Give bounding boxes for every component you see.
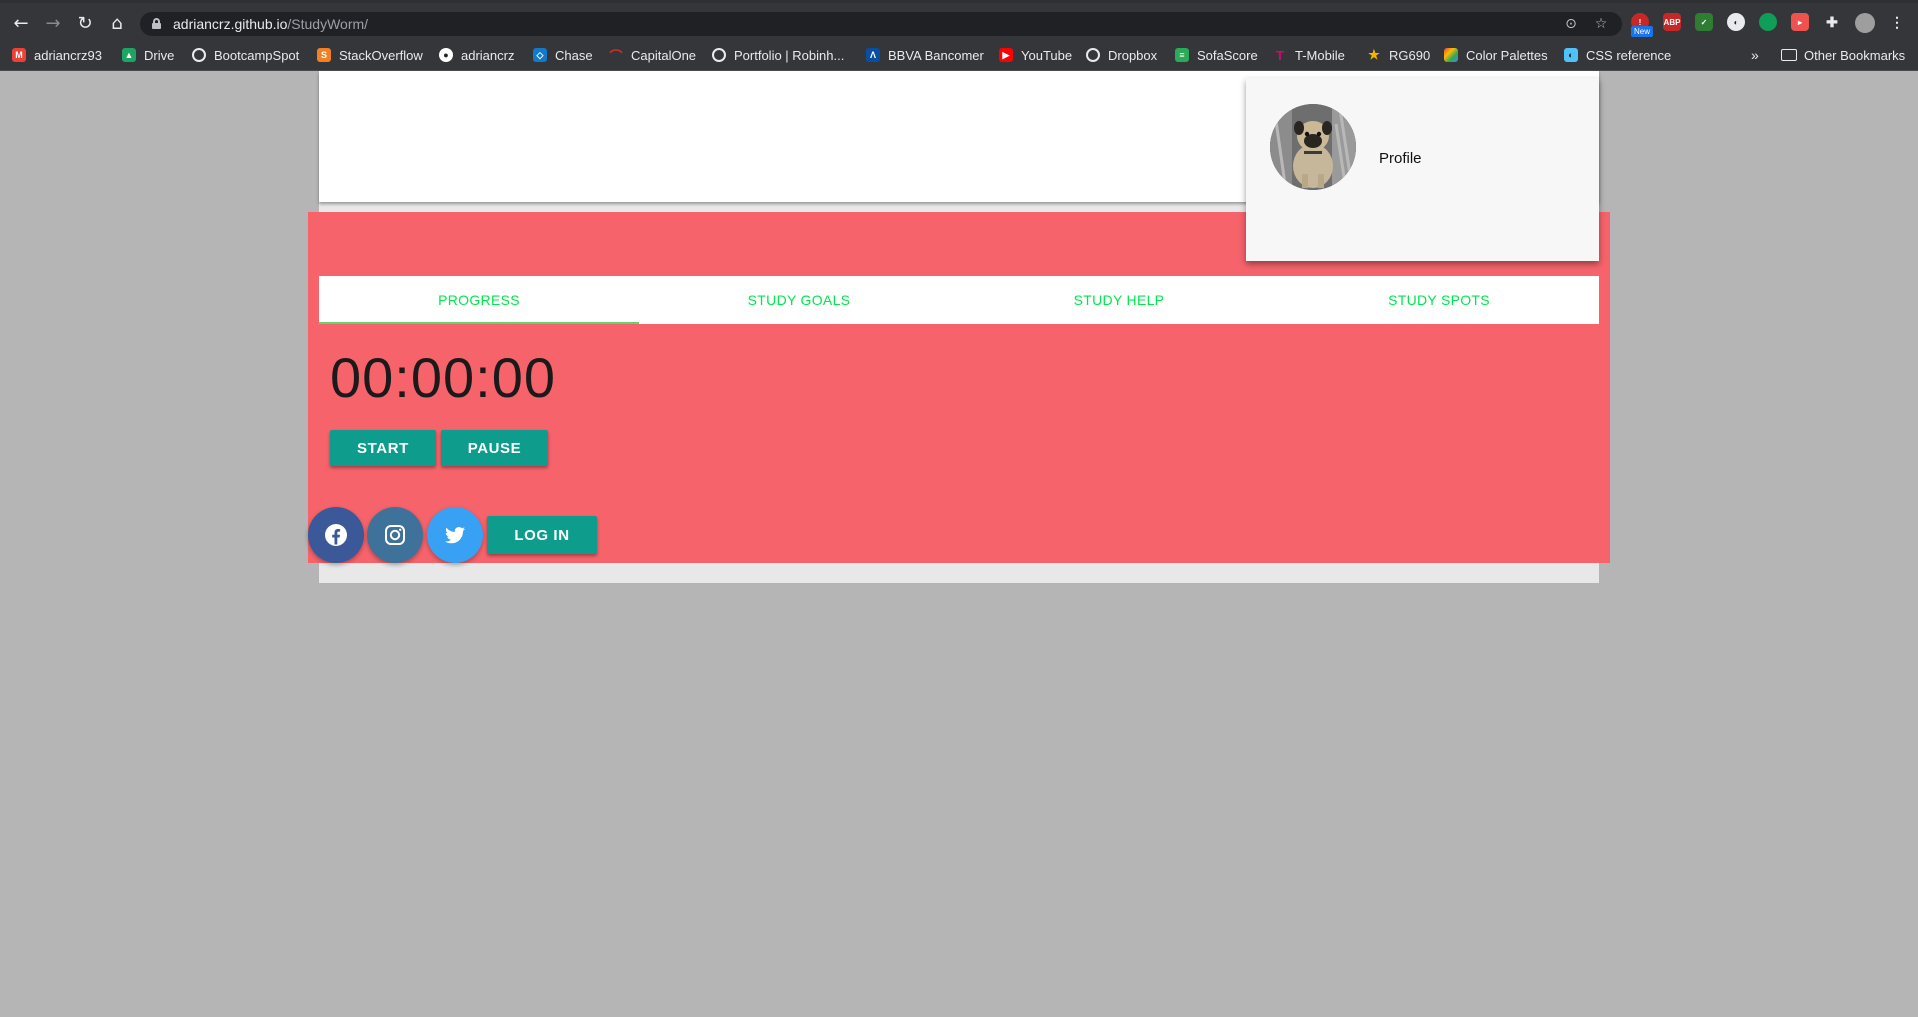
login-button[interactable]: LOG IN bbox=[487, 516, 597, 554]
bookmark-item[interactable]: ≡ SofaScore bbox=[1175, 45, 1258, 65]
other-bookmarks-folder[interactable]: Other Bookmarks bbox=[1781, 45, 1905, 65]
green-extension-icon[interactable] bbox=[1759, 13, 1777, 31]
globe-icon bbox=[192, 48, 206, 62]
folder-icon bbox=[1781, 49, 1797, 61]
circle-extension-icon[interactable]: ◐ bbox=[1727, 13, 1745, 31]
bookmark-item[interactable]: Portfolio | Robinh... bbox=[712, 45, 844, 65]
stackoverflow-icon: S bbox=[317, 48, 331, 62]
new-badge: New bbox=[1631, 26, 1654, 37]
bookmark-item[interactable]: ⌒ CapitalOne bbox=[609, 45, 696, 65]
more-menu-icon[interactable]: ⋮ bbox=[1888, 13, 1906, 31]
start-button[interactable]: START bbox=[330, 430, 436, 466]
user-avatar-icon[interactable] bbox=[1855, 13, 1875, 33]
github-icon: ● bbox=[439, 48, 453, 62]
bookmark-item[interactable]: Color Palettes bbox=[1444, 45, 1548, 65]
gmail-icon: M bbox=[12, 48, 26, 62]
sofascore-icon: ≡ bbox=[1175, 48, 1189, 62]
profile-dropdown: Profile bbox=[1246, 78, 1599, 261]
twitter-button[interactable] bbox=[427, 507, 483, 563]
bookmark-item[interactable]: T T-Mobile bbox=[1273, 45, 1345, 65]
address-bar[interactable]: adriancrz.github.io/StudyWorm/ ⊙ ☆ bbox=[140, 12, 1622, 36]
avatar[interactable] bbox=[1270, 104, 1356, 190]
tmobile-icon: T bbox=[1276, 47, 1284, 63]
facebook-icon bbox=[325, 524, 347, 546]
drive-icon: ▲ bbox=[122, 48, 136, 62]
forward-icon[interactable]: → bbox=[40, 10, 66, 36]
profile-link[interactable]: Profile bbox=[1379, 150, 1422, 167]
tab-study-help[interactable]: STUDY HELP bbox=[959, 276, 1279, 324]
bookmark-item[interactable]: BootcampSpot bbox=[192, 45, 299, 65]
pug-photo bbox=[1270, 104, 1356, 190]
shield-icon[interactable]: ✓ bbox=[1695, 13, 1713, 31]
browser-chrome: ← → ↻ ⌂ adriancrz.github.io/StudyWorm/ ⊙… bbox=[0, 0, 1918, 71]
globe-icon bbox=[1086, 48, 1100, 62]
bookmark-item[interactable]: Λ BBVA Bancomer bbox=[866, 45, 984, 65]
reload-icon[interactable]: ↻ bbox=[72, 10, 98, 36]
palette-icon bbox=[1444, 48, 1458, 62]
bbva-icon: Λ bbox=[866, 48, 880, 62]
url-text[interactable]: adriancrz.github.io/StudyWorm/ bbox=[173, 16, 368, 32]
tab-study-goals[interactable]: STUDY GOALS bbox=[639, 276, 959, 324]
toolbar: ← → ↻ ⌂ adriancrz.github.io/StudyWorm/ ⊙… bbox=[0, 3, 1918, 39]
back-icon[interactable]: ← bbox=[8, 10, 34, 36]
timer-display: 00:00:00 bbox=[330, 346, 556, 409]
bookmark-item[interactable]: ◐ CSS reference bbox=[1564, 45, 1671, 65]
tab-bar: PROGRESS STUDY GOALS STUDY HELP STUDY SP… bbox=[319, 276, 1599, 324]
bookmark-item[interactable]: S StackOverflow bbox=[317, 45, 423, 65]
instagram-button[interactable] bbox=[367, 507, 423, 563]
bookmark-star-icon[interactable]: ☆ bbox=[1592, 15, 1610, 33]
facebook-button[interactable] bbox=[308, 507, 364, 563]
globe-icon bbox=[712, 48, 726, 62]
pause-button[interactable]: PAUSE bbox=[441, 430, 548, 466]
chase-icon: ◇ bbox=[533, 48, 547, 62]
bookmark-item[interactable]: ★ RG690 bbox=[1367, 45, 1430, 65]
bookmark-item[interactable]: ◇ Chase bbox=[533, 45, 593, 65]
bookmarks-bar: Madriancrz93 ▲ Drive BootcampSpot S StackO… bbox=[0, 39, 1918, 71]
twitter-icon bbox=[445, 527, 465, 544]
bookmark-item[interactable]: ● adriancrz bbox=[439, 45, 514, 65]
home-icon[interactable]: ⌂ bbox=[104, 10, 130, 36]
puzzle-icon[interactable]: ✚ bbox=[1823, 13, 1841, 31]
capitalone-icon: ⌒ bbox=[609, 48, 623, 64]
bookmark-item[interactable]: ▶ YouTube bbox=[999, 45, 1072, 65]
translate-icon[interactable]: ⊙ bbox=[1562, 15, 1580, 33]
more-bookmarks-button[interactable]: » bbox=[1751, 45, 1759, 65]
bookmark-item[interactable]: ▲ Drive bbox=[122, 45, 174, 65]
tab-study-spots[interactable]: STUDY SPOTS bbox=[1279, 276, 1599, 324]
lock-icon bbox=[152, 18, 161, 29]
bookmark-item[interactable]: Madriancrz93 bbox=[12, 45, 102, 65]
instagram-icon bbox=[385, 525, 405, 545]
star-icon: ★ bbox=[1368, 47, 1380, 62]
bookmark-item[interactable]: Dropbox bbox=[1086, 45, 1157, 65]
tab-progress[interactable]: PROGRESS bbox=[319, 276, 639, 324]
css-icon: ◐ bbox=[1564, 48, 1578, 62]
video-extension-icon[interactable]: ▸ bbox=[1791, 13, 1809, 31]
adblock-icon[interactable]: ABP bbox=[1663, 13, 1681, 31]
youtube-icon: ▶ bbox=[999, 48, 1013, 62]
